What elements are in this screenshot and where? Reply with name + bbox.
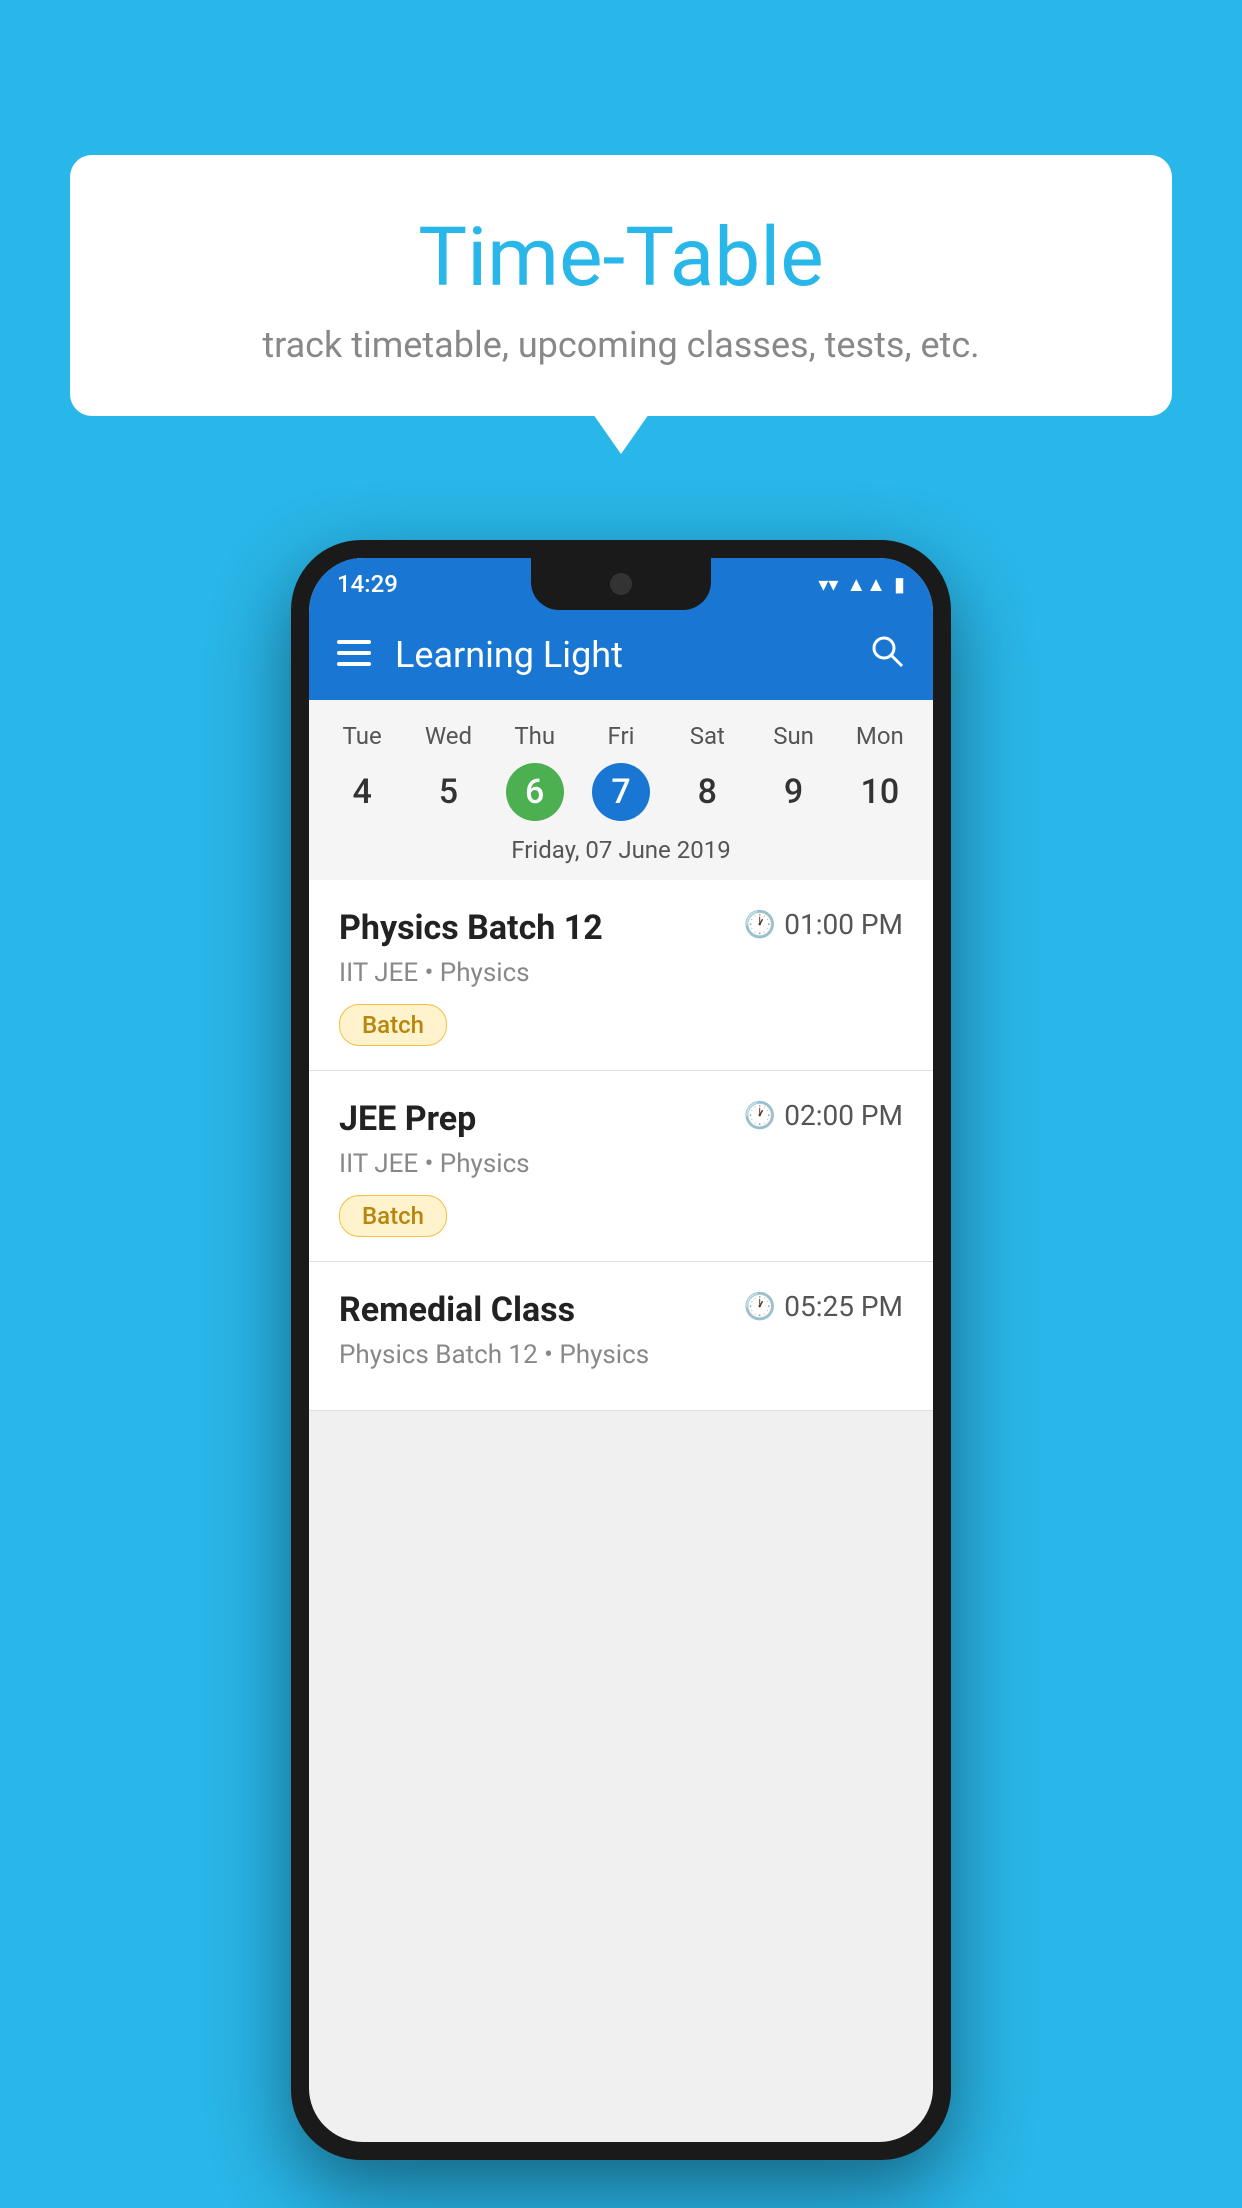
status-time: 14:29	[337, 570, 398, 598]
class-item-3-header: Remedial Class 🕐 05:25 PM	[339, 1290, 903, 1330]
day-5[interactable]: 5	[405, 762, 491, 822]
class-info-3: Physics Batch 12 • Physics	[339, 1340, 903, 1370]
day-numbers: 4 5 6 7 8 9 10	[309, 758, 933, 826]
class-name-1: Physics Batch 12	[339, 908, 603, 948]
class-item-1-header: Physics Batch 12 🕐 01:00 PM	[339, 908, 903, 948]
speech-bubble-container: Time-Table track timetable, upcoming cla…	[70, 155, 1172, 416]
clock-icon-2: 🕐	[744, 1101, 776, 1131]
phone-mockup: 14:29 ▾▾ ▲▲ ▮ Learning Light	[291, 540, 951, 2160]
day-header-sun: Sun	[750, 714, 836, 758]
class-info-1: IIT JEE • Physics	[339, 958, 903, 988]
class-time-text-1: 01:00 PM	[784, 908, 903, 941]
phone-screen: 14:29 ▾▾ ▲▲ ▮ Learning Light	[309, 558, 933, 2142]
day-4[interactable]: 4	[319, 762, 405, 822]
app-bar: Learning Light	[309, 610, 933, 700]
battery-icon: ▮	[894, 572, 905, 596]
day-header-tue: Tue	[319, 714, 405, 758]
day-headers: Tue Wed Thu Fri Sat Sun Mon	[309, 700, 933, 758]
class-time-1: 🕐 01:00 PM	[744, 908, 903, 941]
day-9[interactable]: 9	[750, 762, 836, 822]
class-name-3: Remedial Class	[339, 1290, 575, 1330]
day-header-wed: Wed	[405, 714, 491, 758]
phone-outer: 14:29 ▾▾ ▲▲ ▮ Learning Light	[291, 540, 951, 2160]
clock-icon-1: 🕐	[744, 910, 776, 940]
hamburger-icon[interactable]	[337, 635, 371, 675]
class-time-2: 🕐 02:00 PM	[744, 1099, 903, 1132]
class-info-2: IIT JEE • Physics	[339, 1149, 903, 1179]
day-header-thu: Thu	[492, 714, 578, 758]
day-6-today[interactable]: 6	[492, 762, 578, 822]
signal-icon: ▲▲	[846, 572, 886, 597]
day-header-sat: Sat	[664, 714, 750, 758]
bubble-title: Time-Table	[130, 210, 1112, 306]
class-name-2: JEE Prep	[339, 1099, 476, 1139]
wifi-icon: ▾▾	[818, 572, 838, 596]
day-7-selected[interactable]: 7	[578, 762, 664, 822]
calendar-strip: Tue Wed Thu Fri Sat Sun Mon 4 5 6 7 8 9 …	[309, 700, 933, 880]
clock-icon-3: 🕐	[744, 1292, 776, 1322]
day-8[interactable]: 8	[664, 762, 750, 822]
class-time-text-3: 05:25 PM	[784, 1290, 903, 1323]
speech-bubble: Time-Table track timetable, upcoming cla…	[70, 155, 1172, 416]
bubble-subtitle: track timetable, upcoming classes, tests…	[130, 324, 1112, 366]
app-title: Learning Light	[395, 634, 869, 676]
day-header-fri: Fri	[578, 714, 664, 758]
class-item-1[interactable]: Physics Batch 12 🕐 01:00 PM IIT JEE • Ph…	[309, 880, 933, 1071]
class-item-2[interactable]: JEE Prep 🕐 02:00 PM IIT JEE • Physics Ba…	[309, 1071, 933, 1262]
day-10[interactable]: 10	[837, 762, 923, 822]
batch-badge-2: Batch	[339, 1195, 447, 1237]
status-icons: ▾▾ ▲▲ ▮	[818, 572, 905, 597]
search-button[interactable]	[869, 633, 905, 678]
camera-dot	[610, 573, 632, 595]
batch-badge-1: Batch	[339, 1004, 447, 1046]
day-header-mon: Mon	[837, 714, 923, 758]
class-item-3[interactable]: Remedial Class 🕐 05:25 PM Physics Batch …	[309, 1262, 933, 1411]
class-item-2-header: JEE Prep 🕐 02:00 PM	[339, 1099, 903, 1139]
selected-date-label: Friday, 07 June 2019	[309, 826, 933, 868]
class-time-3: 🕐 05:25 PM	[744, 1290, 903, 1323]
phone-notch	[531, 558, 711, 610]
class-time-text-2: 02:00 PM	[784, 1099, 903, 1132]
